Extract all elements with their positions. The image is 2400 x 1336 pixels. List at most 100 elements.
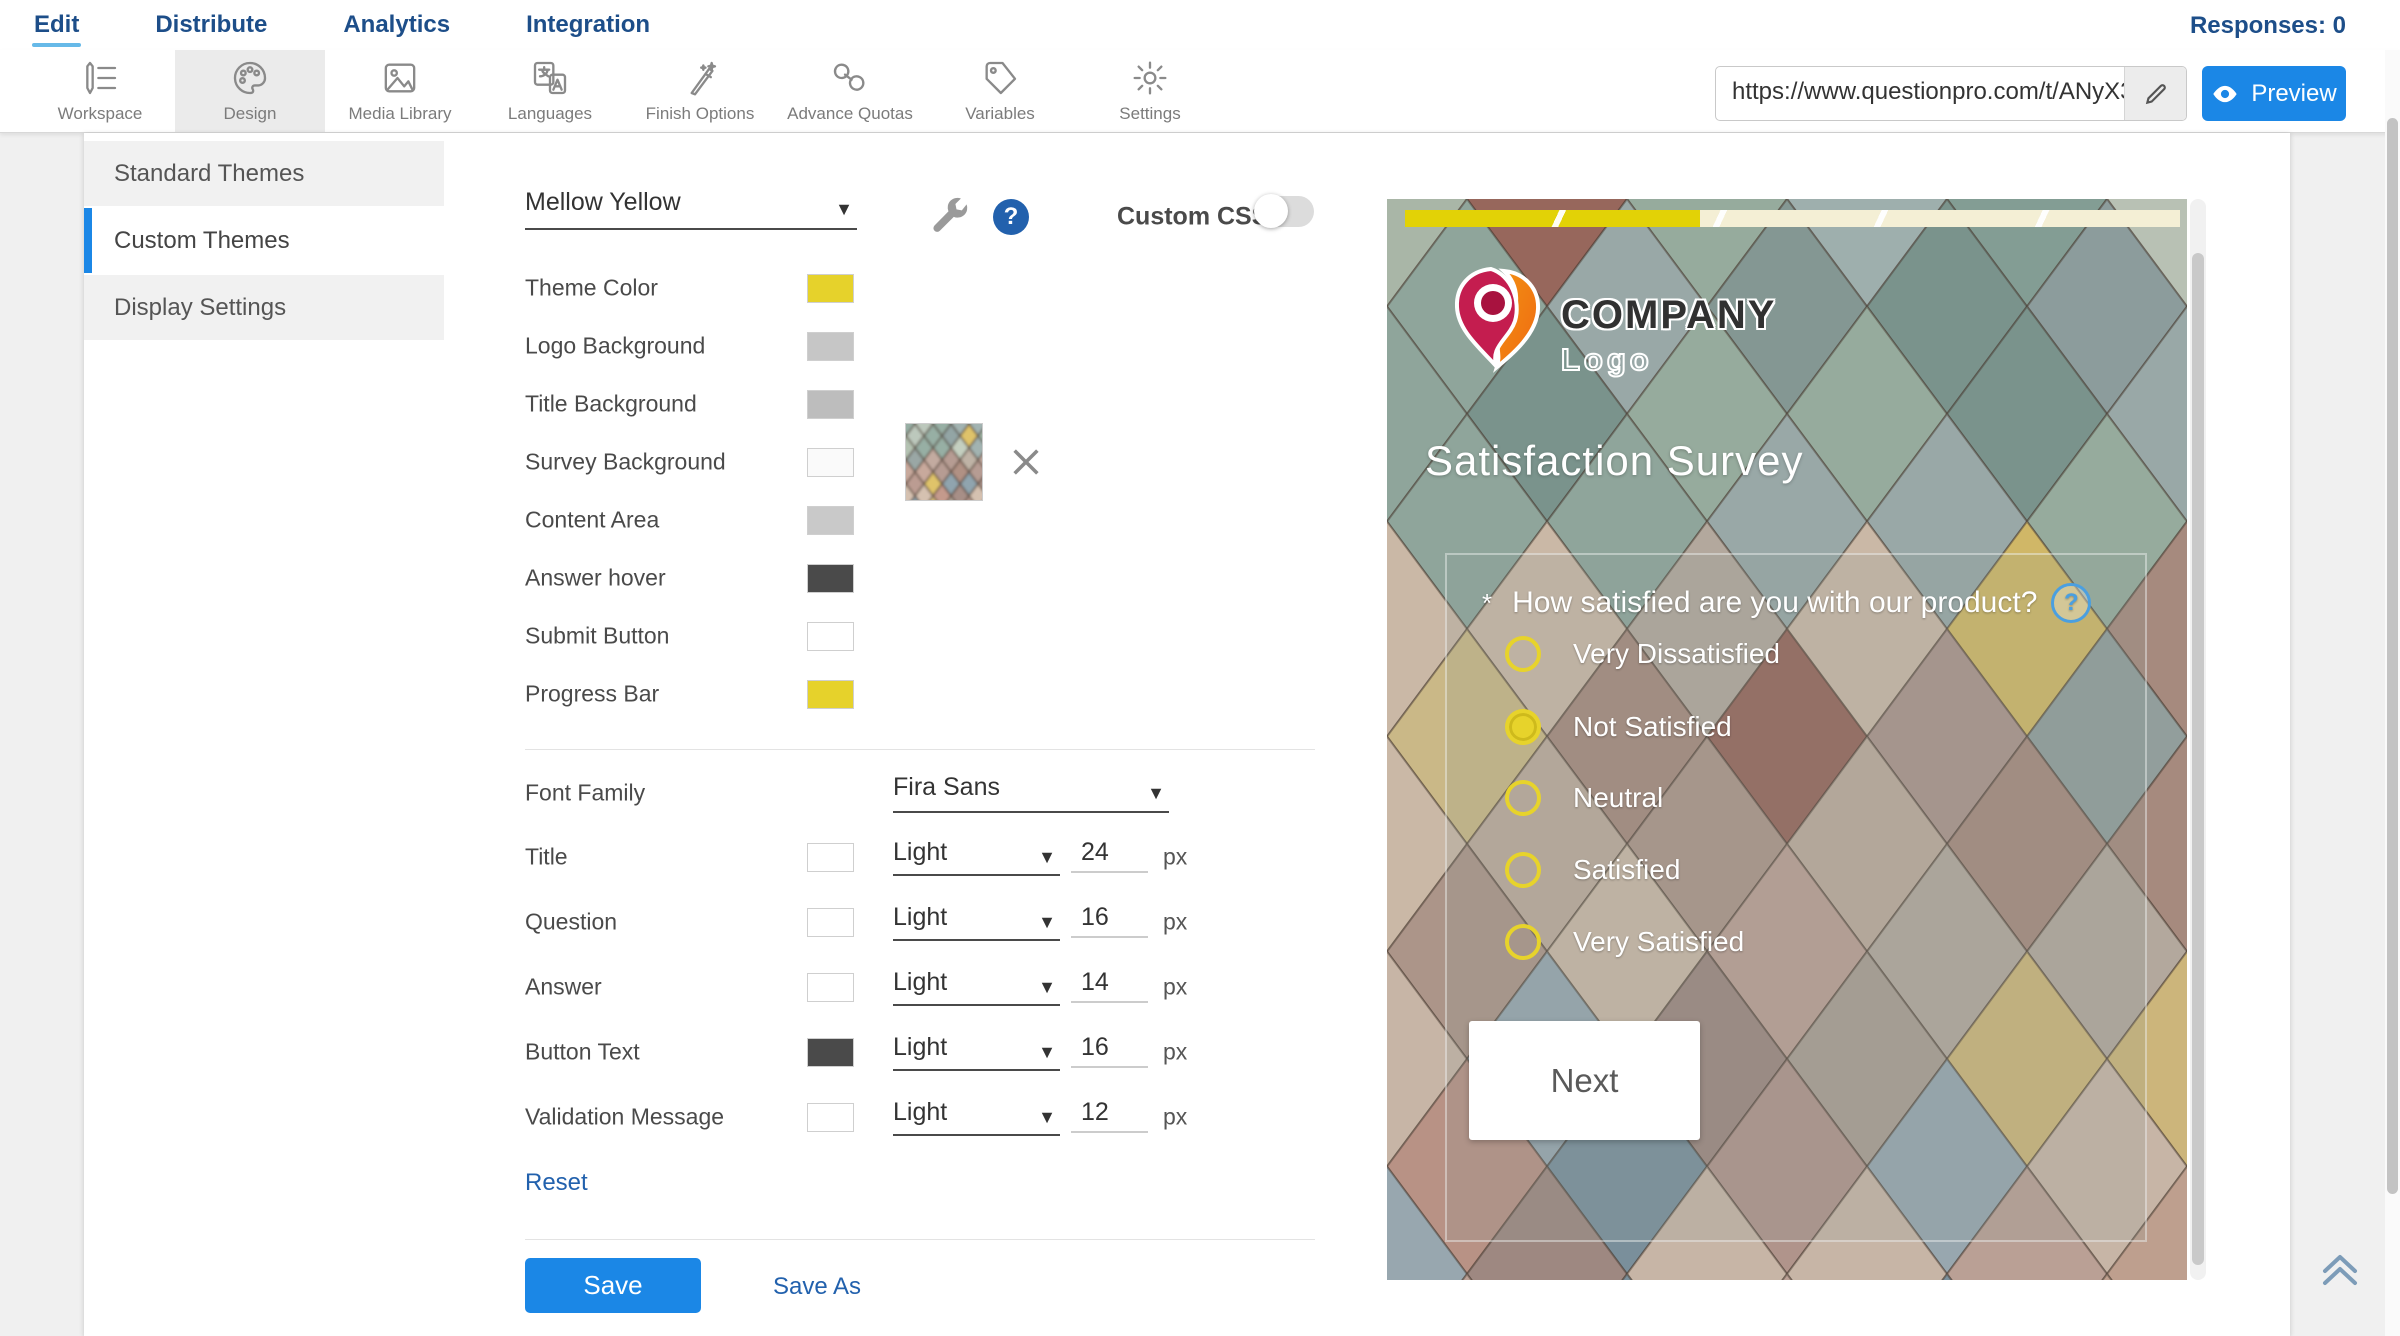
button-text-color-swatch[interactable] [807, 1038, 854, 1067]
edit-url-button[interactable] [2124, 67, 2186, 120]
preview-button-label: Preview [2251, 80, 2336, 108]
color-row-label: Answer hover [525, 565, 666, 592]
logo-background-swatch[interactable] [807, 332, 854, 361]
answer-font-color-swatch[interactable] [807, 973, 854, 1002]
save-as-link[interactable]: Save As [773, 1273, 861, 1301]
eye-icon [2211, 80, 2239, 108]
toolbar-tab-advance-quotas[interactable]: Advance Quotas [775, 50, 925, 132]
title-size-input[interactable]: 24 [1071, 836, 1148, 873]
font-row-label: Question [525, 909, 617, 936]
survey-background-swatch[interactable] [807, 448, 854, 477]
window-scrollbar-thumb[interactable] [2387, 118, 2398, 1194]
window-scrollbar[interactable] [2385, 50, 2400, 1336]
survey-title: Satisfaction Survey [1425, 437, 1804, 485]
content-area-swatch[interactable] [807, 506, 854, 535]
app-root: Edit Distribute Analytics Integration Re… [0, 0, 2400, 1336]
custom-css-label: Custom CSS [1117, 203, 1268, 232]
theme-tools-button[interactable] [927, 193, 971, 237]
toolbar-tab-label: Variables [965, 104, 1035, 124]
option-label: Very Satisfied [1573, 926, 1744, 958]
custom-css-toggle[interactable] [1256, 196, 1314, 227]
title-background-swatch[interactable] [807, 390, 854, 419]
question-help-icon[interactable]: ? [2051, 583, 2091, 623]
survey-url-box: https://www.questionpro.com/t/ANyX3Z [1715, 66, 2187, 121]
option-not-satisfied[interactable]: Not Satisfied [1505, 709, 1732, 745]
nav-tab-integration[interactable]: Integration [524, 7, 652, 43]
finish-options-icon [680, 58, 720, 98]
toolbar-tab-languages[interactable]: Languages [475, 50, 625, 132]
double-chevron-up-icon [2317, 1249, 2363, 1291]
toolbar-tab-workspace[interactable]: Workspace [25, 50, 175, 132]
divider [525, 1239, 1315, 1240]
save-button[interactable]: Save [525, 1258, 701, 1313]
sidebar-item-custom-themes[interactable]: Custom Themes [84, 208, 444, 275]
scroll-to-top-button[interactable] [2310, 1244, 2370, 1296]
survey-url-input[interactable]: https://www.questionpro.com/t/ANyX3Z [1716, 67, 2124, 120]
radio-icon[interactable] [1505, 852, 1541, 888]
preview-scrollbar-thumb[interactable] [2192, 253, 2204, 1265]
toolbar-tab-label: Advance Quotas [787, 104, 913, 124]
sidebar-item-standard-themes[interactable]: Standard Themes [84, 141, 444, 208]
option-very-dissatisfied[interactable]: Very Dissatisfied [1505, 636, 1780, 672]
toolbar-tab-finish-options[interactable]: Finish Options [625, 50, 775, 132]
radio-icon[interactable] [1505, 924, 1541, 960]
option-satisfied[interactable]: Satisfied [1505, 852, 1680, 888]
weight-value: Light [893, 1033, 947, 1061]
settings-gear-icon [1130, 58, 1170, 98]
answer-size-input[interactable]: 14 [1071, 966, 1148, 1003]
help-icon[interactable]: ? [993, 199, 1029, 235]
radio-icon[interactable] [1505, 780, 1541, 816]
validation-weight-dropdown[interactable]: Light▼ [893, 1098, 1060, 1136]
font-family-label: Font Family [525, 780, 645, 807]
radio-icon[interactable] [1505, 636, 1541, 672]
toolbar-tab-variables[interactable]: Variables [925, 50, 1075, 132]
title-font-color-swatch[interactable] [807, 843, 854, 872]
color-row-label: Survey Background [525, 449, 726, 476]
toolbar-tab-design[interactable]: Design [175, 50, 325, 132]
preview-scrollbar[interactable] [2190, 199, 2206, 1280]
progress-bar-swatch[interactable] [807, 680, 854, 709]
toolbar-tab-label: Languages [508, 104, 592, 124]
button-text-weight-dropdown[interactable]: Light▼ [893, 1033, 1060, 1071]
theme-select-dropdown[interactable]: Mellow Yellow ▼ [525, 188, 857, 230]
next-button[interactable]: Next [1469, 1021, 1700, 1140]
nav-tab-analytics[interactable]: Analytics [341, 7, 452, 43]
remove-background-image-button[interactable] [1009, 445, 1043, 479]
option-label: Satisfied [1573, 854, 1680, 886]
toolbar-tab-media-library[interactable]: Media Library [325, 50, 475, 132]
option-very-satisfied[interactable]: Very Satisfied [1505, 924, 1744, 960]
survey-background-image-thumb[interactable] [905, 423, 983, 501]
validation-size-input[interactable]: 12 [1071, 1096, 1148, 1133]
preview-button[interactable]: Preview [2202, 66, 2346, 121]
font-row-label: Title [525, 844, 568, 871]
responses-count[interactable]: Responses: 0 [2190, 12, 2346, 40]
radio-icon[interactable] [1505, 709, 1541, 745]
button-text-size-input[interactable]: 16 [1071, 1031, 1148, 1068]
company-logo: COMPANY Logo [1447, 263, 1776, 378]
question-size-input[interactable]: 16 [1071, 901, 1148, 938]
weight-value: Light [893, 838, 947, 866]
question-text: How satisfied are you with our product? [1512, 586, 2037, 620]
font-family-dropdown[interactable]: Fira Sans ▼ [893, 773, 1169, 813]
nav-tab-edit[interactable]: Edit [32, 7, 81, 43]
question-font-color-swatch[interactable] [807, 908, 854, 937]
reset-link[interactable]: Reset [525, 1169, 588, 1197]
theme-color-swatch[interactable] [807, 274, 854, 303]
font-row-label: Button Text [525, 1039, 640, 1066]
answer-weight-dropdown[interactable]: Light▼ [893, 968, 1060, 1006]
answer-hover-swatch[interactable] [807, 564, 854, 593]
weight-value: Light [893, 968, 947, 996]
option-neutral[interactable]: Neutral [1505, 780, 1663, 816]
title-weight-dropdown[interactable]: Light▼ [893, 838, 1060, 876]
validation-font-color-swatch[interactable] [807, 1103, 854, 1132]
nav-tab-distribute[interactable]: Distribute [153, 7, 269, 43]
question-weight-dropdown[interactable]: Light▼ [893, 903, 1060, 941]
option-label: Very Dissatisfied [1573, 638, 1780, 670]
design-panel-card: Standard Themes Custom Themes Display Se… [84, 133, 2290, 1336]
top-nav: Edit Distribute Analytics Integration Re… [0, 0, 2400, 50]
sidebar-item-display-settings[interactable]: Display Settings [84, 275, 444, 342]
option-label: Not Satisfied [1573, 711, 1732, 743]
toolbar-tab-settings[interactable]: Settings [1075, 50, 1225, 132]
submit-button-swatch[interactable] [807, 622, 854, 651]
color-row-label: Theme Color [525, 275, 658, 302]
